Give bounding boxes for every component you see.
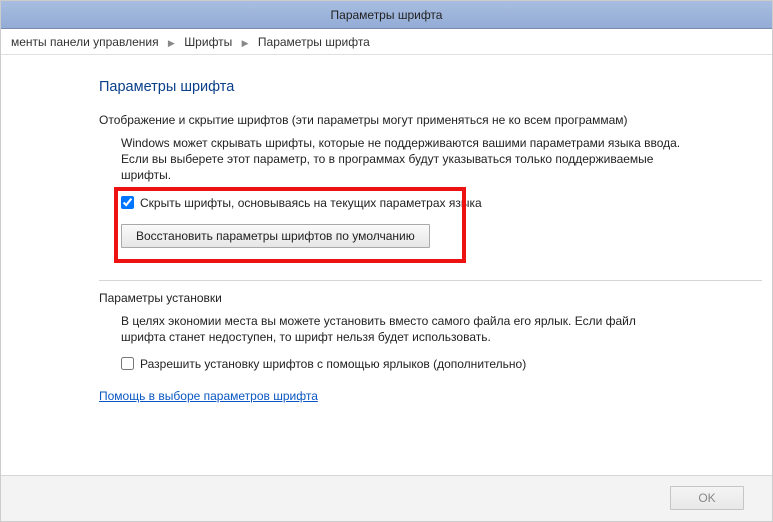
breadcrumb-item-1[interactable]: менты панели управления (11, 35, 159, 49)
hide-fonts-checkbox[interactable] (121, 196, 134, 209)
allow-shortcut-install-row: Разрешить установку шрифтов с помощью яр… (121, 357, 762, 371)
dialog-footer: OK (1, 475, 772, 521)
help-link[interactable]: Помощь в выборе параметров шрифта (99, 389, 318, 403)
hide-fonts-checkbox-row: Скрыть шрифты, основываясь на текущих па… (121, 196, 762, 210)
content-area: Параметры шрифта Отображение и скрытие ш… (1, 55, 772, 475)
section-install-description: В целях экономии места вы можете установ… (121, 313, 681, 345)
ok-button[interactable]: OK (670, 486, 744, 510)
breadcrumb: менты панели управления ▶ Шрифты ▶ Парам… (1, 29, 772, 55)
restore-defaults-button[interactable]: Восстановить параметры шрифтов по умолча… (121, 224, 430, 248)
section-display-hide-title: Отображение и скрытие шрифтов (эти парам… (99, 113, 762, 127)
breadcrumb-item-3: Параметры шрифта (258, 35, 370, 49)
section-install-title: Параметры установки (99, 291, 762, 305)
chevron-right-icon: ▶ (168, 30, 175, 56)
window-titlebar: Параметры шрифта (1, 1, 772, 29)
breadcrumb-item-2[interactable]: Шрифты (184, 35, 232, 49)
chevron-right-icon: ▶ (242, 30, 249, 56)
page-title: Параметры шрифта (99, 79, 762, 95)
section-divider (99, 280, 762, 281)
window-title: Параметры шрифта (331, 8, 443, 22)
allow-shortcut-install-label[interactable]: Разрешить установку шрифтов с помощью яр… (140, 357, 526, 371)
hide-fonts-label[interactable]: Скрыть шрифты, основываясь на текущих па… (140, 196, 482, 210)
allow-shortcut-install-checkbox[interactable] (121, 357, 134, 370)
section-display-hide-description: Windows может скрывать шрифты, которые н… (121, 135, 681, 184)
